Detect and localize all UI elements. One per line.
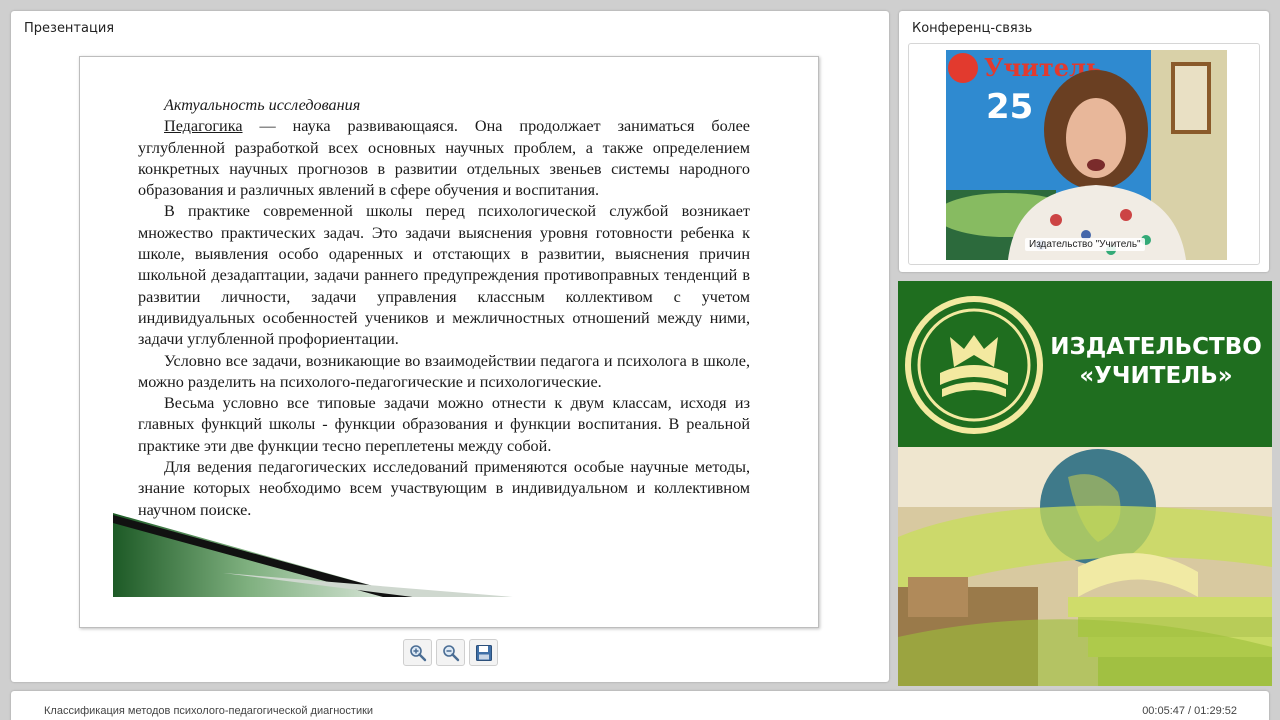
presentation-panel: Презентация Актуальность исследования Пе… <box>11 11 889 682</box>
publisher-banner: ИЗДАТЕЛЬСТВО «УЧИТЕЛЬ» <box>898 281 1272 686</box>
slide-paragraph-4: Весьма условно все типовые задачи можно … <box>138 394 750 455</box>
video-scene: Учитель 25 <box>946 50 1227 260</box>
save-button[interactable] <box>469 639 498 666</box>
banner-logo-area: ИЗДАТЕЛЬСТВО «УЧИТЕЛЬ» <box>898 281 1272 447</box>
conference-panel: Конференц-связь Учитель 25 Издательство … <box>899 11 1269 272</box>
zoom-out-button[interactable] <box>436 639 465 666</box>
slide-heading: Актуальность исследования <box>164 96 361 114</box>
playback-time: 00:05:47 / 01:29:52 <box>1142 705 1237 717</box>
video-frame: Учитель 25 Издательство "Учитель" <box>908 43 1260 265</box>
bottom-bar: Классификация методов психолого-педагоги… <box>11 691 1269 720</box>
publisher-name-line2: «УЧИТЕЛЬ» <box>1079 363 1233 389</box>
books-globe-illustration <box>898 447 1272 686</box>
slide-paragraph-2: В практике современной школы перед психо… <box>138 202 750 349</box>
slide-text: Актуальность исследования Педагогика — н… <box>138 95 750 521</box>
slide-term: Педагогика <box>164 117 243 136</box>
participant-name-label: Издательство "Учитель" <box>1025 238 1145 251</box>
publisher-logo-icon <box>905 296 1043 434</box>
webcam-video[interactable]: Учитель 25 Издательство "Учитель" <box>946 50 1227 260</box>
zoom-in-icon <box>409 644 426 661</box>
publisher-name-line1: ИЗДАТЕЛЬСТВО <box>1050 334 1262 360</box>
zoom-out-icon <box>442 644 459 661</box>
video-backdrop-number: 25 <box>986 87 1033 127</box>
slide-paragraph-5: Для ведения педагогических исследований … <box>138 458 750 519</box>
slide-decoration <box>113 513 513 597</box>
banner-image <box>898 447 1272 686</box>
slide-toolbar <box>403 639 498 666</box>
slide-paragraph-1: Педагогика — наука развивающаяся. Она пр… <box>138 116 750 201</box>
conference-panel-title: Конференц-связь <box>912 21 1033 36</box>
publisher-name: ИЗДАТЕЛЬСТВО «УЧИТЕЛЬ» <box>1046 333 1266 391</box>
floppy-disk-icon <box>475 644 492 661</box>
presentation-slide: Актуальность исследования Педагогика — н… <box>79 56 819 628</box>
lesson-title: Классификация методов психолого-педагоги… <box>44 705 374 717</box>
presentation-panel-title: Презентация <box>24 21 115 36</box>
zoom-in-button[interactable] <box>403 639 432 666</box>
slide-paragraph-3: Условно все задачи, возникающие во взаим… <box>138 351 750 391</box>
